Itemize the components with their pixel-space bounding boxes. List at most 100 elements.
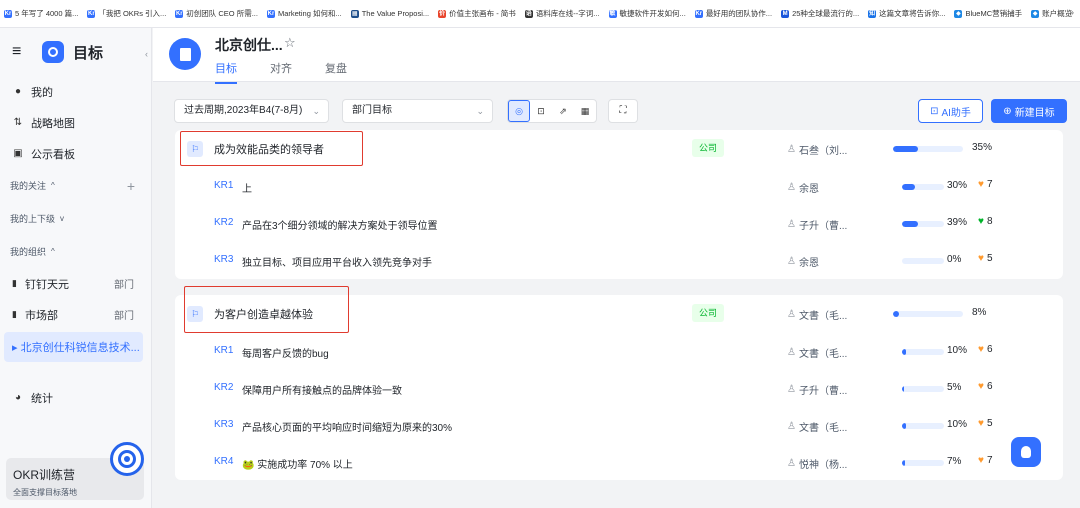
sidebar-item-org[interactable]: ▮ 钉钉天元 部门 bbox=[0, 268, 151, 299]
kr-text[interactable]: 产品核心页面的平均响应时间缩短为原来的30% bbox=[242, 419, 452, 434]
kr-text[interactable]: 独立目标、项目应用平台收入领先竞争对手 bbox=[242, 254, 432, 269]
period-select[interactable]: 过去周期,2023年B4(7-8月) ⌄ bbox=[174, 99, 329, 123]
bookmark-label: BlueMC营销捕手 bbox=[965, 9, 1023, 18]
heart-icon: ♥ bbox=[978, 381, 984, 392]
bookmark-item[interactable]: ◆ BlueMC营销捕手 bbox=[954, 8, 1022, 19]
progress-bar bbox=[902, 460, 944, 466]
kr-row[interactable]: KR2 产品在3个细分领域的解决方案处于领导位置 ♙ 子升（曹... 39% ♥ 8 bbox=[175, 205, 1063, 242]
confidence-value: 6 bbox=[986, 381, 993, 392]
confidence-score: ♥ 7 bbox=[978, 179, 993, 190]
confidence-value: 6 bbox=[986, 344, 993, 355]
scope-select[interactable]: 部门目标 ⌄ bbox=[342, 99, 493, 123]
bookmark-favicon-icon: 价 bbox=[438, 9, 447, 18]
bookmark-label: 这篇文章将告诉你... bbox=[879, 9, 946, 18]
highlight-box bbox=[180, 131, 363, 166]
bookmark-favicon-icon: 敏 bbox=[608, 9, 617, 18]
sidebar-item-org[interactable]: ▮ 市场部 部门 bbox=[0, 299, 151, 330]
org-section[interactable]: 我的组织 ^ bbox=[0, 235, 151, 268]
sidebar-item-board[interactable]: ▣ 公示看板 bbox=[0, 138, 151, 169]
confidence-score: ♥ 6 bbox=[978, 381, 993, 392]
bookmark-item[interactable]: Kr 初创团队 CEO 所需... bbox=[175, 8, 258, 19]
progress-percent: 10% bbox=[947, 345, 968, 356]
updown-label: 我的上下级 bbox=[10, 214, 56, 224]
fullscreen-button[interactable]: ⛶ bbox=[608, 99, 638, 123]
owner[interactable]: ♙ 石叁（刘... bbox=[787, 142, 847, 157]
heart-icon: ♥ bbox=[978, 418, 984, 429]
bookmark-item[interactable]: 知这篇文章将告诉你... bbox=[868, 8, 945, 19]
bookmark-item[interactable]: M 25种全球最流行的... bbox=[781, 8, 859, 19]
kr-row[interactable]: KR2 保障用户所有接触点的品牌体验一致 ♙ 子升（曹... 5% ♥ 6 bbox=[175, 370, 1063, 407]
kr-text[interactable]: 上 bbox=[242, 180, 252, 195]
owner[interactable]: ♙ 子升（曹... bbox=[787, 382, 847, 397]
bookmarks-more-icon[interactable]: » bbox=[1070, 8, 1074, 17]
kr-row[interactable]: KR1 上 ♙ 余恩 30% ♥ 7 bbox=[175, 168, 1063, 205]
star-icon[interactable]: ☆ bbox=[284, 35, 296, 51]
progress-bar bbox=[902, 423, 944, 429]
bookmarks-bar: Kr 5 年写了 4000 篇... Kr 「我把 OKRs 引入... Kr 初创团队 … bbox=[0, 0, 1080, 28]
sidebar-item-label: 战略地图 bbox=[31, 117, 75, 130]
new-objective-button[interactable]: ⊕ 新建目标 bbox=[991, 99, 1067, 123]
bookmark-item[interactable]: 价价值主张画布 - 简书 bbox=[438, 8, 516, 19]
person-icon: ♙ bbox=[787, 458, 796, 469]
progress-fill bbox=[902, 349, 907, 355]
bookmark-item[interactable]: 敏敏捷软件开发如何... bbox=[608, 8, 686, 19]
runner-view-icon[interactable]: ⇗ bbox=[552, 100, 574, 122]
owner[interactable]: ♙ 文書（毛... bbox=[787, 307, 847, 322]
sidebar-item-stats[interactable]: ◕ 统计 bbox=[0, 382, 151, 413]
kr-text[interactable]: 保障用户所有接触点的品牌体验一致 bbox=[242, 382, 402, 397]
owner[interactable]: ♙ 余恩 bbox=[787, 180, 819, 195]
kr-text[interactable]: 🐸 实施成功率 70% 以上 bbox=[242, 456, 353, 471]
scope-value: 部门目标 bbox=[352, 105, 392, 116]
progress-bar bbox=[893, 311, 963, 317]
kr-text[interactable]: 每周客户反馈的bug bbox=[242, 345, 329, 360]
heart-icon: ♥ bbox=[978, 216, 984, 227]
hamburger-menu-icon[interactable]: ≡ bbox=[12, 43, 30, 61]
owner-name: 余恩 bbox=[798, 184, 819, 195]
owner[interactable]: ♙ 文書（毛... bbox=[787, 345, 847, 360]
following-section[interactable]: 我的关注 ^ + bbox=[0, 169, 151, 202]
progress-fill bbox=[902, 460, 905, 466]
org-type-label: 部门 bbox=[114, 311, 134, 322]
tab-1[interactable]: 对齐 bbox=[270, 58, 292, 84]
bookmark-item[interactable]: ▦ The Value Proposi... bbox=[350, 9, 429, 18]
tab-2[interactable]: 复盘 bbox=[325, 58, 347, 84]
kr-row[interactable]: KR3 产品核心页面的平均响应时间缩短为原来的30% ♙ 文書（毛... 10% ♥ 5 bbox=[175, 407, 1063, 444]
sidebar-item-label: 我的 bbox=[31, 86, 53, 99]
ai-assistant-button[interactable]: ⊡ AI助手 bbox=[918, 99, 983, 123]
kr-text[interactable]: 产品在3个细分领域的解决方案处于领导位置 bbox=[242, 217, 438, 232]
bookmark-item[interactable]: Kr 最好用的团队协作... bbox=[694, 8, 772, 19]
chevron-down-icon: ⌄ bbox=[312, 106, 320, 116]
sidebar-item-strategy-map[interactable]: ⇅ 战略地图 bbox=[0, 107, 151, 138]
bookmark-item[interactable]: 语语料库在线--字词... bbox=[524, 8, 600, 19]
owner-name: 悦神（杨... bbox=[798, 460, 848, 471]
progress-bar bbox=[893, 146, 963, 152]
updown-section[interactable]: 我的上下级 v bbox=[0, 202, 151, 235]
progress-fill bbox=[893, 311, 899, 317]
owner[interactable]: ♙ 悦神（杨... bbox=[787, 456, 847, 471]
owner-name: 石叁（刘... bbox=[798, 146, 848, 157]
image-view-icon[interactable]: ⊡ bbox=[530, 100, 552, 122]
kr-row[interactable]: KR4 🐸 实施成功率 70% 以上 ♙ 悦神（杨... 7% ♥ 7 bbox=[175, 444, 1063, 481]
kr-row[interactable]: KR1 每周客户反馈的bug ♙ 文書（毛... 10% ♥ 6 bbox=[175, 333, 1063, 370]
help-float-button[interactable] bbox=[1011, 437, 1041, 467]
person-icon: ♙ bbox=[787, 256, 796, 267]
bookmark-item[interactable]: Kr 「我把 OKRs 引入... bbox=[87, 8, 166, 19]
target-view-icon[interactable]: ◎ bbox=[508, 100, 530, 122]
sidebar-item-person[interactable]: ● 我的 bbox=[0, 76, 151, 107]
table-view-icon[interactable]: ▦ bbox=[574, 100, 596, 122]
bookmark-favicon-icon: 知 bbox=[868, 9, 877, 18]
sidebar-item-active-org[interactable]: ▸ 北京创仕科锐信息技术... bbox=[4, 332, 143, 362]
bookmark-label: 5 年写了 4000 篇... bbox=[15, 9, 79, 18]
kr-row[interactable]: KR3 独立目标、项目应用平台收入领先竞争对手 ♙ 余恩 0% ♥ 5 bbox=[175, 242, 1063, 279]
sidebar-title: 目标 bbox=[73, 44, 104, 62]
owner[interactable]: ♙ 文書（毛... bbox=[787, 419, 847, 434]
bookmark-item[interactable]: ◆ 账户概览 bbox=[1031, 8, 1072, 19]
owner[interactable]: ♙ 子升（曹... bbox=[787, 217, 847, 232]
bookmark-item[interactable]: Kr 5 年写了 4000 篇... bbox=[4, 8, 78, 19]
bookmark-item[interactable]: Kr Marketing 如何和... bbox=[266, 8, 342, 19]
progress-bar bbox=[902, 349, 944, 355]
add-following-icon[interactable]: + bbox=[127, 178, 135, 194]
org-type-label: 部门 bbox=[114, 280, 134, 291]
owner[interactable]: ♙ 余恩 bbox=[787, 254, 819, 269]
tab-0[interactable]: 目标 bbox=[215, 58, 237, 84]
